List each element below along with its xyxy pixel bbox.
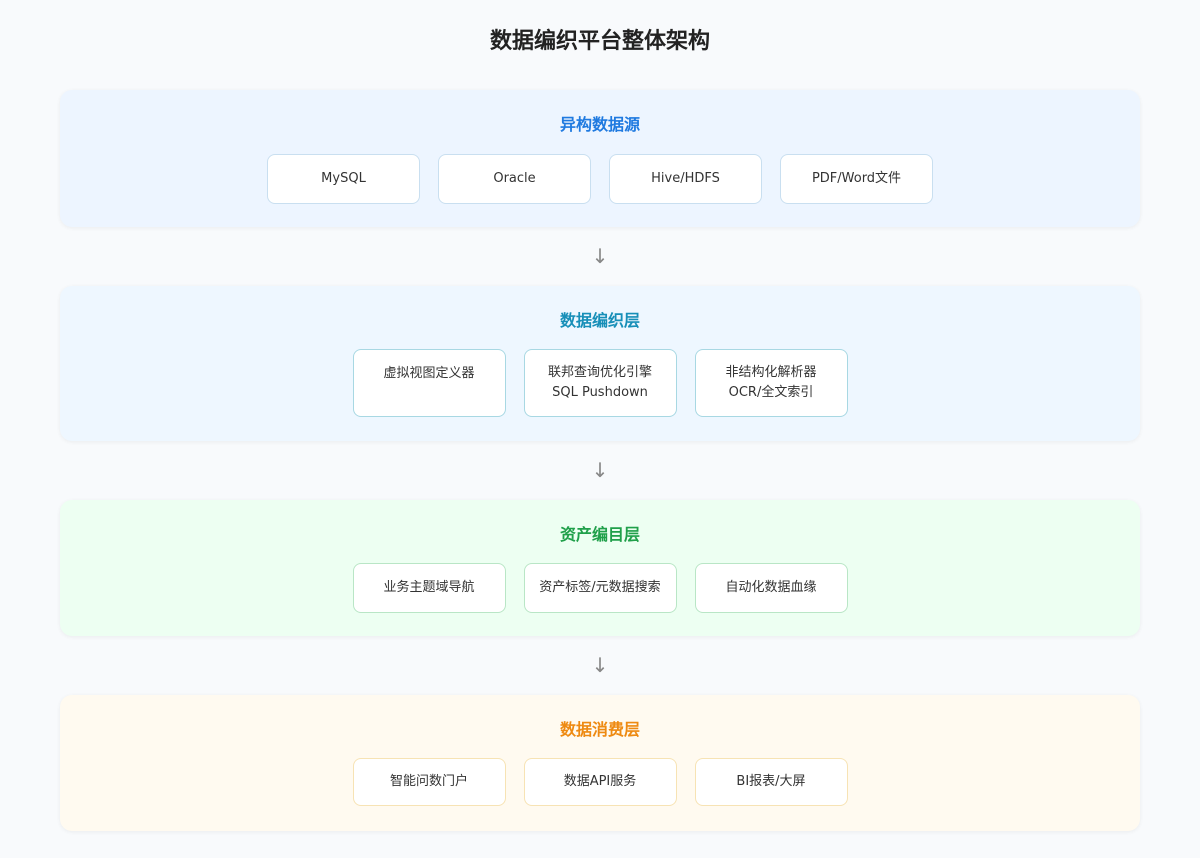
layer-data-consumption: 数据消费层 智能问数门户 数据API服务 BI报表/大屏 [60,695,1140,831]
component-box-oracle: Oracle [438,154,591,204]
component-label: PDF/Word文件 [811,171,902,186]
component-label: 非结构化解析器 [725,365,817,380]
component-label: 自动化数据血缘 [725,580,817,595]
component-label: 虚拟视图定义器 [383,366,475,381]
component-box-domain-navigation: 业务主题域导航 [352,563,506,613]
component-box-federated-query: 联邦查询优化引擎 SQL Pushdown [523,349,677,417]
layer-data-fabric: 数据编织层 虚拟视图定义器 联邦查询优化引擎 SQL Pushdown 非结构化… [60,286,1140,441]
component-box-data-lineage: 自动化数据血缘 [694,563,848,613]
component-label: 业务主题域导航 [383,580,475,595]
component-box-pdf-word: PDF/Word文件 [780,154,933,204]
component-box-mysql: MySQL [267,154,420,204]
component-label: 联邦查询优化引擎 [547,365,652,380]
down-arrow-icon: ↓ [591,244,609,268]
down-arrow-icon: ↓ [591,653,609,677]
component-box-virtual-view: 虚拟视图定义器 [352,349,506,417]
component-box-bi-reports: BI报表/大屏 [694,758,848,806]
layer-title: 数据编织层 [559,311,640,330]
component-sublabel: OCR/全文索引 [728,385,814,400]
layer-asset-catalog: 资产编目层 业务主题域导航 资产标签/元数据搜索 自动化数据血缘 [60,500,1140,636]
component-label: Hive/HDFS [651,171,720,186]
component-label: 资产标签/元数据搜索 [539,580,661,595]
layer-data-sources: 异构数据源 MySQL Oracle Hive/HDFS PDF/Word文件 [60,90,1140,227]
component-box-metadata-search: 资产标签/元数据搜索 [523,563,677,613]
component-box-smart-query-portal: 智能问数门户 [352,758,506,806]
layer-box-row: 虚拟视图定义器 联邦查询优化引擎 SQL Pushdown 非结构化解析器 OC… [60,349,1140,417]
component-sublabel: SQL Pushdown [552,385,648,400]
component-label: Oracle [493,171,536,186]
down-arrow-icon: ↓ [591,458,609,482]
component-box-data-api: 数据API服务 [523,758,677,806]
layer-title: 资产编目层 [559,525,640,544]
component-label: MySQL [321,171,366,186]
component-label: BI报表/大屏 [736,774,806,789]
layer-title: 异构数据源 [559,115,640,134]
component-box-unstructured-parser: 非结构化解析器 OCR/全文索引 [694,349,848,417]
layer-title: 数据消费层 [559,720,640,739]
layer-box-row: 智能问数门户 数据API服务 BI报表/大屏 [60,758,1140,806]
component-label: 数据API服务 [563,774,637,789]
page-title: 数据编织平台整体架构 [489,29,710,54]
layer-box-row: 业务主题域导航 资产标签/元数据搜索 自动化数据血缘 [60,563,1140,613]
layer-box-row: MySQL Oracle Hive/HDFS PDF/Word文件 [60,154,1140,204]
component-label: 智能问数门户 [389,774,468,789]
component-box-hive-hdfs: Hive/HDFS [609,154,762,204]
architecture-diagram: 数据编织平台整体架构 异构数据源 MySQL Oracle Hive/HDFS … [0,0,1200,858]
